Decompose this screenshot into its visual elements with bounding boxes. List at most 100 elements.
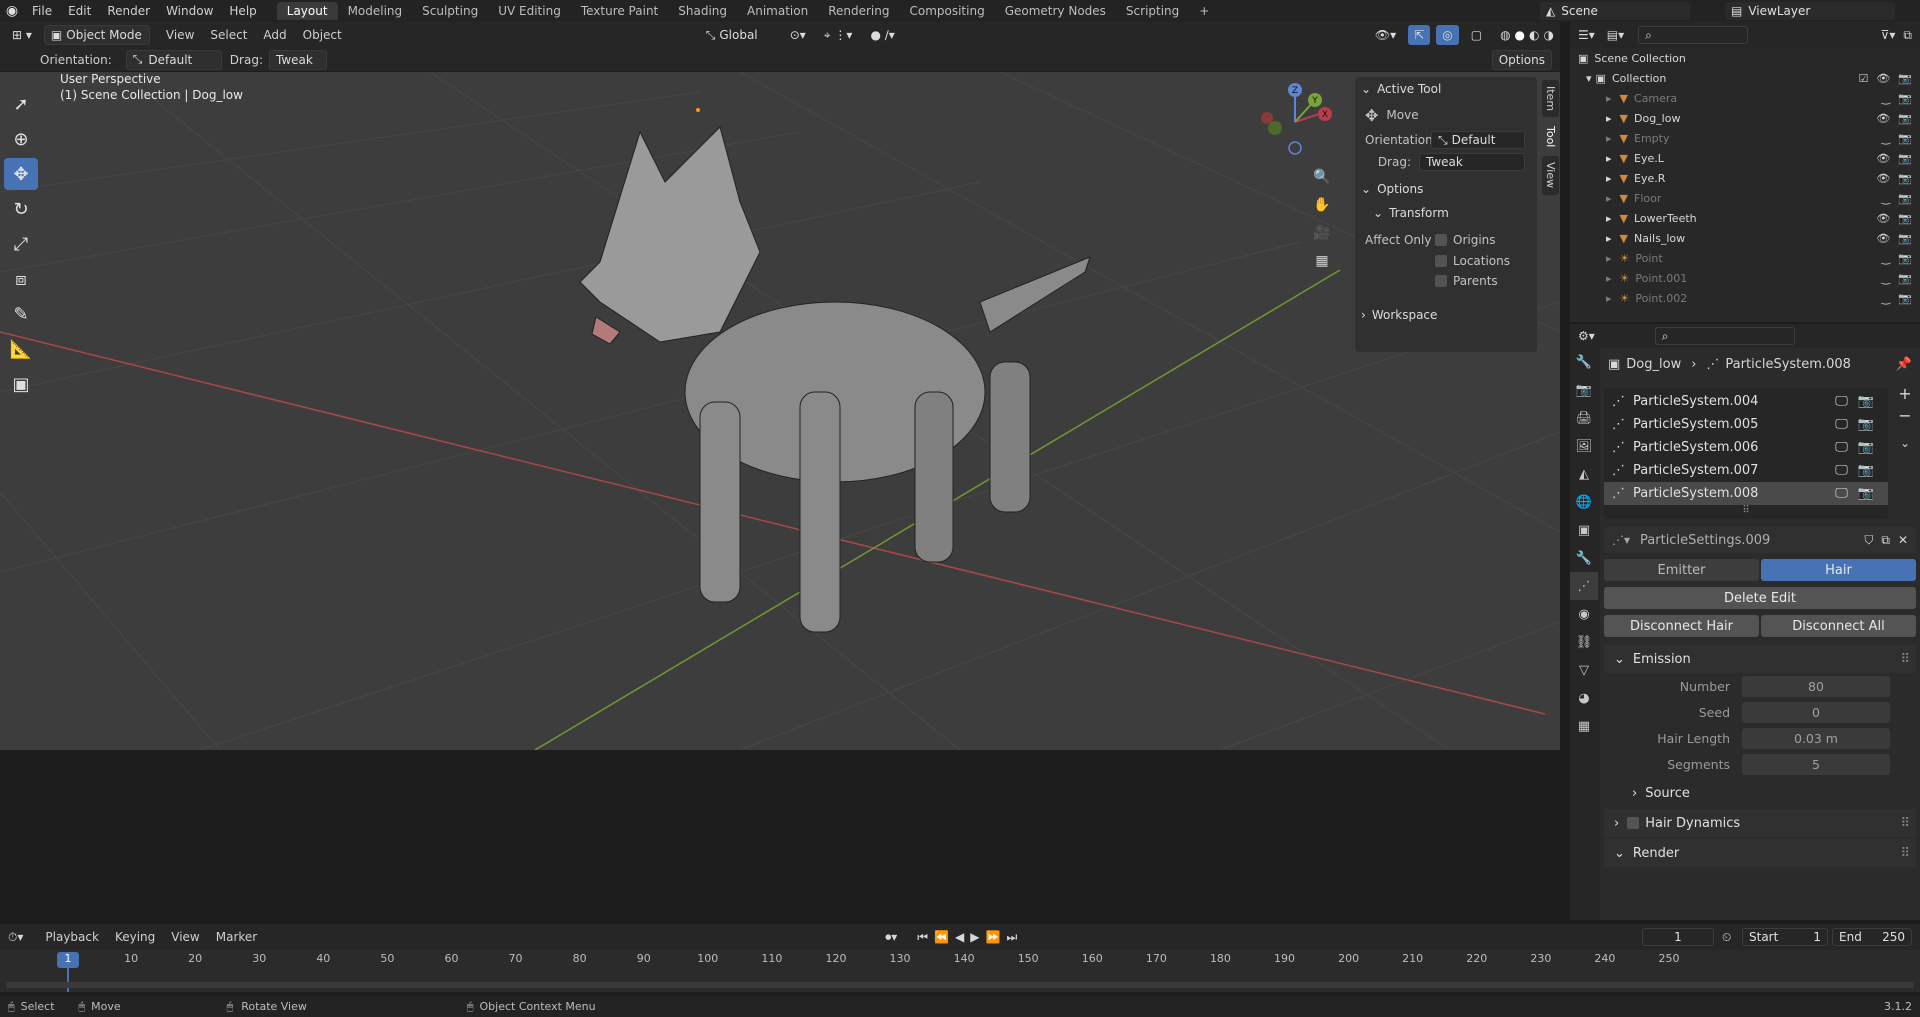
navigation-gizmo[interactable]: Z Y X [1255, 82, 1335, 162]
annotate-tool-icon[interactable]: ✎ [4, 298, 38, 330]
list-item[interactable]: ⋰ ParticleSystem.005 🖵 📷 [1604, 413, 1888, 436]
timeline-ruler[interactable]: 1 10 20 30 40 50 60 70 80 90 100 110 120 130 140 150 16… [0, 950, 1920, 992]
display-mode-icon[interactable]: ▤▾ [1607, 28, 1624, 42]
camera-icon[interactable]: 📷 [1858, 486, 1874, 501]
view-layer-selector[interactable]: ▤ ViewLayer [1725, 2, 1895, 20]
add-workspace-button[interactable]: + [1189, 2, 1219, 20]
render-tab-icon[interactable]: 📷 [1570, 376, 1598, 404]
transform-orientation-selector[interactable]: ⤡ Global [700, 25, 778, 45]
prev-keyframe-icon[interactable]: ⏪ [934, 930, 949, 944]
parents-checkbox[interactable] [1435, 275, 1447, 287]
camera-icon[interactable]: 📷 [1898, 192, 1912, 205]
physics-tab-icon[interactable]: ◉ [1570, 600, 1598, 628]
constraints-tab-icon[interactable]: ⛓ [1570, 628, 1598, 656]
options-dropdown[interactable]: Options [1491, 49, 1552, 70]
camera-icon[interactable]: 📷 [1898, 132, 1912, 145]
pan-hand-icon[interactable]: ✋ [1309, 192, 1335, 218]
solid-shading-icon[interactable]: ● [1515, 28, 1525, 42]
properties-search-input[interactable]: ⌕ [1654, 327, 1795, 345]
add-slot-button[interactable]: + [1894, 384, 1916, 406]
pin-icon[interactable]: 📌 [1896, 357, 1912, 372]
eye-icon[interactable]: 👁 [1876, 112, 1890, 125]
keying-menu[interactable]: Keying [107, 930, 163, 944]
outliner-item[interactable]: ▸ ▼ Eye.L 👁 📷 [1570, 148, 1920, 168]
pivot-icon[interactable]: ⊙▾ [784, 25, 812, 45]
outliner-search-input[interactable]: ⌕ [1638, 26, 1749, 44]
menu-window[interactable]: Window [158, 4, 221, 18]
menu-file[interactable]: File [24, 4, 60, 18]
clock-icon[interactable]: ⏲ [1722, 930, 1731, 945]
select-cursor-icon[interactable]: ➚ [4, 88, 38, 120]
filter-icon[interactable]: ⊽▾ [1881, 28, 1896, 42]
list-resize-handle[interactable]: ⠿ [1604, 505, 1888, 517]
seed-field[interactable]: 0 [1742, 701, 1890, 723]
camera-icon[interactable]: 📷 [1898, 252, 1912, 265]
outliner-item[interactable]: ▸ ▼ Dog_low 👁 📷 [1570, 108, 1920, 128]
play-icon[interactable]: ▶ [970, 930, 979, 944]
monitor-icon[interactable]: 🖵 [1835, 486, 1848, 501]
emitter-toggle[interactable]: Emitter [1604, 559, 1759, 581]
tab-modeling[interactable]: Modeling [338, 2, 413, 20]
unlink-x-icon[interactable]: ✕ [1898, 533, 1908, 547]
camera-icon[interactable]: 📷 [1898, 112, 1912, 125]
playback-menu[interactable]: Playback [37, 930, 107, 944]
3d-viewport[interactable]: User Perspective (1) Scene Collection | … [0, 72, 1560, 750]
duplicate-icon[interactable]: ⧉ [1881, 533, 1890, 548]
eye-icon[interactable]: 👁 [1876, 152, 1890, 165]
checkbox-icon[interactable]: ☑ [1858, 72, 1868, 85]
shading-modes[interactable]: ◍ ● ◐ ◑ [1494, 25, 1560, 45]
material-tab-icon[interactable]: ◕ [1570, 684, 1598, 712]
camera-icon[interactable]: 📷 [1858, 463, 1874, 478]
hair-length-field[interactable]: 0.03 m [1742, 727, 1890, 749]
active-tool-row[interactable]: ✥ Move [1355, 101, 1537, 129]
hair-toggle[interactable]: Hair [1761, 559, 1916, 581]
start-frame-field[interactable]: Start 1 [1742, 928, 1828, 946]
tab-item[interactable]: Item [1542, 80, 1559, 118]
list-item[interactable]: ⋰ ParticleSystem.004 🖵 📷 [1604, 390, 1888, 413]
scale-tool-icon[interactable]: ⤢ [4, 228, 38, 260]
data-tab-icon[interactable]: ▽ [1570, 656, 1598, 684]
drag-handle-icon[interactable]: ⠿ [1900, 652, 1910, 667]
drag-dropdown[interactable]: Tweak [268, 49, 327, 70]
jump-end-icon[interactable]: ⏭ [1006, 930, 1017, 945]
proportional-edit-icon[interactable]: ● ∕▾ [864, 25, 900, 45]
menu-help[interactable]: Help [221, 4, 264, 18]
hidden-icon[interactable]: ‿ [1881, 92, 1890, 105]
source-subsection-header[interactable]: › Source [1604, 779, 1916, 807]
transform-header[interactable]: ⌄ Transform [1355, 201, 1537, 225]
camera-icon[interactable]: 📷 [1898, 152, 1912, 165]
monitor-icon[interactable]: 🖵 [1835, 394, 1848, 409]
drag-handle-icon[interactable]: ⠿ [1900, 816, 1910, 831]
menu-render[interactable]: Render [99, 4, 158, 18]
editor-type-button[interactable]: ⊞ ▾ [6, 25, 38, 45]
hidden-icon[interactable]: ‿ [1881, 192, 1890, 205]
outliner-editor-icon[interactable]: ☰▾ [1578, 28, 1595, 42]
workspace-header[interactable]: › Workspace [1355, 303, 1537, 327]
camera-icon[interactable]: 📷 [1898, 72, 1912, 85]
properties-editor-icon[interactable]: ⚙▾ [1578, 329, 1595, 343]
hidden-icon[interactable]: ‿ [1881, 272, 1890, 285]
particle-settings-selector[interactable]: ⋰▾ ParticleSettings.009 ⛉ ⧉ ✕ [1604, 527, 1916, 553]
tab-uv-editing[interactable]: UV Editing [488, 2, 571, 20]
camera-icon[interactable]: 📷 [1898, 172, 1912, 185]
outliner-item[interactable]: ▸ ▼ LowerTeeth 👁 📷 [1570, 208, 1920, 228]
tab-compositing[interactable]: Compositing [899, 2, 994, 20]
drag-dropdown[interactable]: Tweak [1419, 153, 1525, 171]
disconnect-all-button[interactable]: Disconnect All [1761, 615, 1916, 637]
marker-menu[interactable]: Marker [208, 930, 265, 944]
end-frame-field[interactable]: End 250 [1832, 928, 1912, 946]
outliner-item[interactable]: ▸ ▼ Camera ‿ 📷 [1570, 88, 1920, 108]
outliner-item[interactable]: ▸ ▼ Empty ‿ 📷 [1570, 128, 1920, 148]
camera-icon[interactable]: 📷 [1898, 212, 1912, 225]
timeline-view-menu[interactable]: View [163, 930, 207, 944]
mode-selector[interactable]: ▣ Object Mode [43, 25, 150, 45]
list-item-selected[interactable]: ⋰ ParticleSystem.008 🖵 📷 [1604, 482, 1888, 505]
snap-icon[interactable]: ⌖ ⋮▾ [818, 25, 859, 45]
scene-tab-icon[interactable]: ◭ [1570, 460, 1598, 488]
xray-icon[interactable]: ▢ [1465, 25, 1488, 45]
tab-rendering[interactable]: Rendering [818, 2, 899, 20]
next-keyframe-icon[interactable]: ⏩ [985, 930, 1000, 944]
tool-tab-icon[interactable]: 🔧 [1570, 348, 1598, 376]
move-tool-icon[interactable]: ✥ [4, 158, 38, 190]
list-item[interactable]: ⋰ ParticleSystem.007 🖵 📷 [1604, 459, 1888, 482]
